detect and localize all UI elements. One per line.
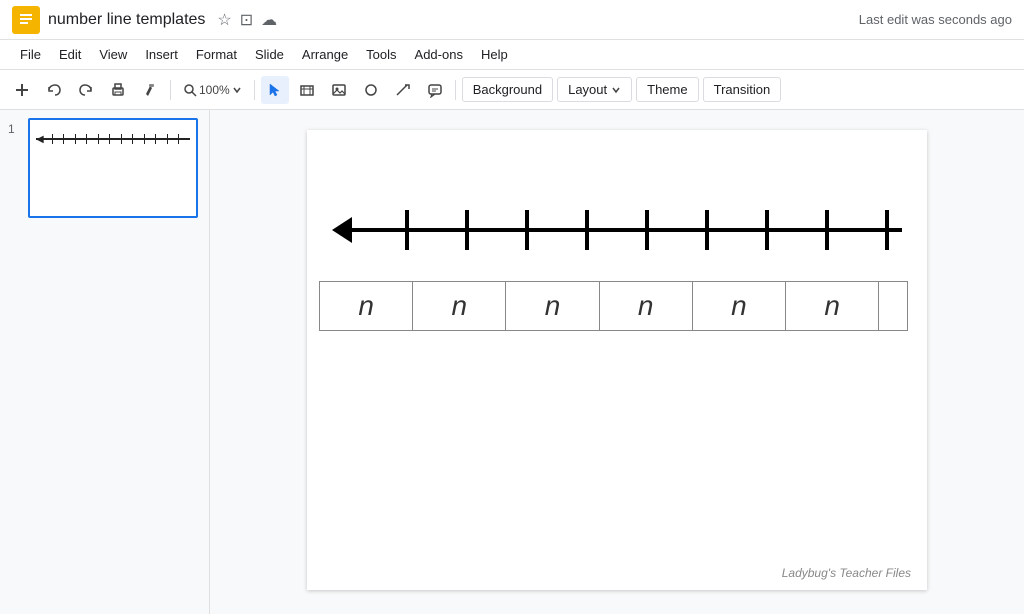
layout-label: Layout	[568, 82, 607, 97]
slide-thumbnail[interactable]: ◀	[28, 118, 198, 218]
number-line-section	[317, 170, 907, 273]
label-cell-6	[878, 281, 908, 331]
menu-arrange[interactable]: Arrange	[294, 43, 356, 66]
folder-icon[interactable]: ⊡	[240, 10, 253, 30]
title-bar: number line templates ☆ ⊡ ☁ Last edit wa…	[0, 0, 1024, 40]
arrow-left	[332, 217, 352, 243]
line-tool[interactable]	[389, 76, 417, 104]
label-cell-2: n	[505, 281, 599, 331]
thumb-tick	[178, 134, 179, 144]
toolbar: 100% Background Layout Theme Transition	[0, 70, 1024, 110]
label-5: n	[824, 290, 840, 322]
thumb-tick	[86, 134, 87, 144]
number-line-svg	[317, 190, 907, 260]
menu-tools[interactable]: Tools	[358, 43, 404, 66]
thumb-tick	[155, 134, 156, 144]
menu-file[interactable]: File	[12, 43, 49, 66]
thumb-tick	[63, 134, 64, 144]
thumb-tick	[132, 134, 133, 144]
thumb-tick	[167, 134, 168, 144]
canvas-area[interactable]: n n n n n n	[210, 110, 1024, 614]
slides-panel: 1 ◀	[0, 110, 210, 614]
main-area: 1 ◀	[0, 110, 1024, 614]
redo-button[interactable]	[72, 76, 100, 104]
label-3: n	[638, 290, 654, 322]
image-tool[interactable]	[325, 76, 353, 104]
thumb-tick	[121, 134, 122, 144]
shapes-tool[interactable]	[357, 76, 385, 104]
title-icons: ☆ ⊡ ☁	[217, 10, 277, 30]
print-button[interactable]	[104, 76, 132, 104]
label-cell-3: n	[599, 281, 693, 331]
label-2: n	[545, 290, 561, 322]
doc-title[interactable]: number line templates	[48, 11, 205, 29]
thumb-tick	[144, 134, 145, 144]
app-logo	[12, 6, 40, 34]
label-1: n	[452, 290, 468, 322]
separator-2	[254, 80, 255, 100]
thumb-tick	[52, 134, 53, 144]
menu-view[interactable]: View	[91, 43, 135, 66]
label-4: n	[731, 290, 747, 322]
menu-format[interactable]: Format	[188, 43, 245, 66]
slide-thumb-container: 1 ◀	[8, 118, 201, 218]
comment-tool[interactable]	[421, 76, 449, 104]
label-cell-1: n	[412, 281, 506, 331]
paint-button[interactable]	[136, 76, 164, 104]
thumb-tick	[98, 134, 99, 144]
layout-button[interactable]: Layout	[557, 77, 632, 102]
zoom-control[interactable]: 100%	[177, 81, 248, 99]
slide-number: 1	[8, 118, 22, 136]
zoom-level: 100%	[199, 83, 230, 97]
labels-row: n n n n n n	[319, 281, 907, 331]
menu-help[interactable]: Help	[473, 43, 516, 66]
watermark: Ladybug's Teacher Files	[782, 566, 911, 580]
thumb-numberline: ◀	[36, 126, 190, 140]
separator-3	[455, 80, 456, 100]
transition-button[interactable]: Transition	[703, 77, 782, 102]
last-edit-label: Last edit was seconds ago	[859, 12, 1012, 27]
theme-button[interactable]: Theme	[636, 77, 698, 102]
menu-insert[interactable]: Insert	[137, 43, 186, 66]
textbox-tool[interactable]	[293, 76, 321, 104]
label-cell-5: n	[785, 281, 879, 331]
separator-1	[170, 80, 171, 100]
layout-chevron-icon	[611, 85, 621, 95]
label-0: n	[358, 290, 374, 322]
thumb-tick	[75, 134, 76, 144]
select-tool[interactable]	[261, 76, 289, 104]
cloud-icon[interactable]: ☁	[261, 10, 277, 30]
menu-bar: File Edit View Insert Format Slide Arran…	[0, 40, 1024, 70]
menu-addons[interactable]: Add-ons	[407, 43, 471, 66]
add-button[interactable]	[8, 76, 36, 104]
background-button[interactable]: Background	[462, 77, 553, 102]
star-icon[interactable]: ☆	[217, 10, 231, 30]
thumb-tick	[109, 134, 110, 144]
thumb-ticks	[41, 134, 190, 144]
undo-button[interactable]	[40, 76, 68, 104]
menu-slide[interactable]: Slide	[247, 43, 292, 66]
slide-canvas: n n n n n n	[307, 130, 927, 590]
menu-edit[interactable]: Edit	[51, 43, 89, 66]
label-cell-0: n	[319, 281, 413, 331]
label-cell-4: n	[692, 281, 786, 331]
